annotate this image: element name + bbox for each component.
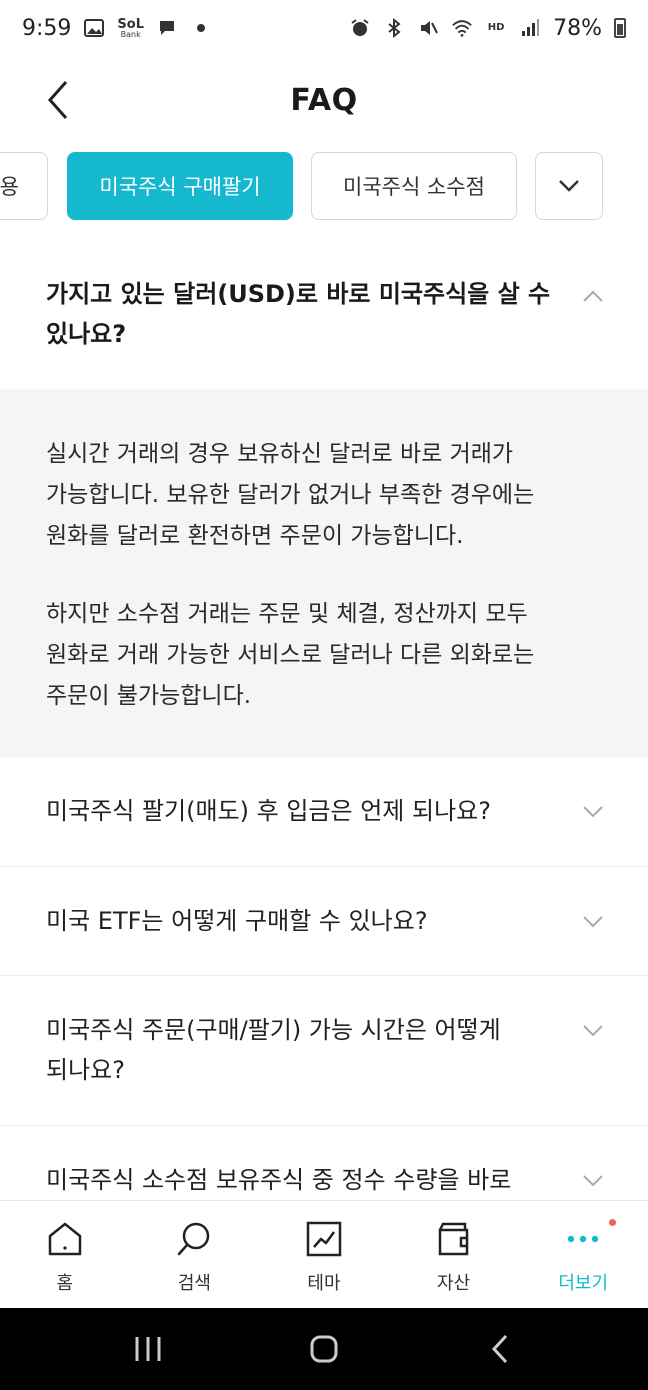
page-title: FAQ xyxy=(290,82,358,118)
tab-previous[interactable]: 용 xyxy=(0,152,48,220)
answer-line: 원화로 거래 가능한 서비스로 달러나 다른 외화로는 xyxy=(46,642,535,668)
nav-label: 홈 xyxy=(56,1273,74,1294)
faq-item[interactable]: 미국주식 주문(구매/팔기) 가능 시간은 어떻게 되나요? xyxy=(0,975,648,1125)
home-circle-icon xyxy=(310,1335,338,1363)
system-back-button[interactable] xyxy=(470,1319,530,1379)
home-icon xyxy=(45,1219,85,1259)
battery-icon xyxy=(614,18,626,38)
chevron-down-icon xyxy=(559,180,579,192)
faq-item[interactable]: 미국주식 팔기(매도) 후 입금은 언제 되나요? xyxy=(0,757,648,866)
tab-label: 미국주식 구매팔기 xyxy=(99,175,261,199)
nav-more[interactable]: 더보기 xyxy=(518,1201,648,1308)
faq-item-open[interactable]: 가지고 있는 달러(USD)로 바로 미국주식을 살 수 있나요? xyxy=(0,250,648,354)
faq-question-line1: 미국주식 팔기(매도) 후 입금은 언제 되나요? xyxy=(46,797,491,825)
alarm-icon xyxy=(349,17,371,39)
back-arrow-icon xyxy=(491,1334,508,1364)
tab-us-stock-fractional[interactable]: 미국주식 소수점 xyxy=(311,152,517,220)
answer-line: 하지만 소수점 거래는 주문 및 체결, 정산까지 모두 xyxy=(46,601,528,627)
recent-apps-icon xyxy=(135,1337,161,1361)
faq-question-line2: 되나요? xyxy=(46,1056,125,1084)
faq-question[interactable]: 미국 ETF는 어떻게 구매할 수 있나요? xyxy=(0,867,648,941)
sol-bank-logo: SoL Bank xyxy=(117,18,144,39)
tab-us-stock-buy-sell[interactable]: 미국주식 구매팔기 xyxy=(67,152,293,220)
nav-home[interactable]: 홈 xyxy=(0,1201,130,1308)
faq-question-line1: 미국주식 소수점 보유주식 중 정수 수량을 바로 xyxy=(46,1166,512,1194)
chevron-down-icon xyxy=(582,911,604,933)
nav-label: 자산 xyxy=(437,1273,471,1294)
battery-percent: 78% xyxy=(553,15,602,41)
faq-question[interactable]: 미국주식 소수점 보유주식 중 정수 수량을 바로 xyxy=(0,1126,648,1200)
bluetooth-icon xyxy=(383,17,405,39)
answer-line: 실시간 거래의 경우 보유하신 달러로 바로 거래가 xyxy=(46,441,514,467)
chevron-down-icon xyxy=(582,1020,604,1042)
faq-question-line1: 미국 ETF는 어떻게 구매할 수 있나요? xyxy=(46,907,428,935)
faq-question[interactable]: 미국주식 주문(구매/팔기) 가능 시간은 어떻게 되나요? xyxy=(0,976,648,1090)
category-tabs: 용 미국주식 구매팔기 미국주식 소수점 xyxy=(0,152,648,222)
wifi-icon xyxy=(451,17,473,39)
bottom-nav: 홈 검색 테마 자산 더보기 xyxy=(0,1200,648,1308)
hd-voice-icon: HD xyxy=(487,22,505,33)
message-icon xyxy=(156,17,178,39)
sol-logo-top: SoL xyxy=(117,16,144,32)
faq-question-line1: 미국주식 주문(구매/팔기) 가능 시간은 어떻게 xyxy=(46,1016,501,1044)
faq-question[interactable]: 가지고 있는 달러(USD)로 바로 미국주식을 살 수 있나요? xyxy=(0,250,648,354)
answer-line: 가능합니다. 보유한 달러가 없거나 부족한 경우에는 xyxy=(46,482,535,508)
faq-question-line2: 있나요? xyxy=(46,320,127,348)
answer-paragraph-1: 실시간 거래의 경우 보유하신 달러로 바로 거래가 가능합니다. 보유한 달러… xyxy=(46,434,588,557)
system-nav-bar xyxy=(0,1308,648,1390)
search-icon xyxy=(174,1219,214,1259)
status-bar: 9:59 SoL Bank HD 78% xyxy=(0,0,648,56)
nav-search[interactable]: 검색 xyxy=(130,1201,260,1308)
more-dots-icon xyxy=(563,1219,603,1259)
status-right: HD 78% xyxy=(349,16,626,41)
nav-label: 검색 xyxy=(177,1273,211,1294)
recent-apps-button[interactable] xyxy=(118,1319,178,1379)
nav-label: 더보기 xyxy=(558,1273,609,1294)
wallet-icon xyxy=(434,1219,474,1259)
answer-line: 주문이 불가능합니다. xyxy=(46,683,252,709)
answer-paragraph-2: 하지만 소수점 거래는 주문 및 체결, 정산까지 모두 원화로 거래 가능한 … xyxy=(46,594,588,717)
chevron-left-icon xyxy=(47,81,68,119)
faq-question[interactable]: 미국주식 팔기(매도) 후 입금은 언제 되나요? xyxy=(0,757,648,831)
chevron-down-icon xyxy=(582,1170,604,1192)
tabs-expand-button[interactable] xyxy=(535,152,603,220)
faq-question-line1: 가지고 있는 달러(USD)로 바로 미국주식을 살 수 xyxy=(46,280,551,308)
nav-label: 테마 xyxy=(307,1273,341,1294)
chart-icon xyxy=(304,1219,344,1259)
tab-label: 용 xyxy=(0,175,19,199)
chevron-up-icon xyxy=(582,285,604,307)
gallery-icon xyxy=(83,17,105,39)
nav-assets[interactable]: 자산 xyxy=(389,1201,519,1308)
chevron-down-icon xyxy=(582,801,604,823)
header: FAQ xyxy=(0,56,648,144)
status-left: 9:59 SoL Bank xyxy=(22,16,212,41)
sol-logo-bottom: Bank xyxy=(120,29,141,39)
tab-label: 미국주식 소수점 xyxy=(343,175,485,199)
notification-dot xyxy=(608,1219,616,1226)
nav-theme[interactable]: 테마 xyxy=(259,1201,389,1308)
status-time: 9:59 xyxy=(22,15,72,41)
faq-item[interactable]: 미국주식 소수점 보유주식 중 정수 수량을 바로 xyxy=(0,1125,648,1200)
mute-icon xyxy=(417,17,439,39)
faq-item[interactable]: 미국 ETF는 어떻게 구매할 수 있나요? xyxy=(0,866,648,975)
dot-icon xyxy=(190,17,212,39)
faq-answer: 실시간 거래의 경우 보유하신 달러로 바로 거래가 가능합니다. 보유한 달러… xyxy=(0,389,648,757)
signal-icon xyxy=(519,17,541,39)
home-system-button[interactable] xyxy=(294,1319,354,1379)
back-button[interactable] xyxy=(38,76,78,124)
answer-line: 원화를 달러로 환전하면 주문이 가능합니다. xyxy=(46,523,464,549)
